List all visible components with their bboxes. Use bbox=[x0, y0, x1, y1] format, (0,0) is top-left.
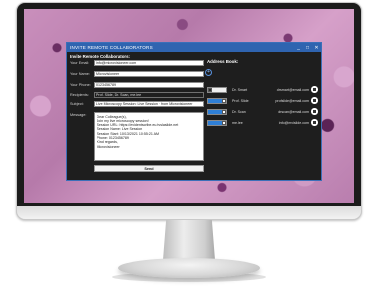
email-field[interactable]: info@microvisioneer.com bbox=[94, 60, 204, 66]
contact-email: profslide@email.com bbox=[275, 98, 309, 103]
delete-contact-icon[interactable] bbox=[311, 119, 318, 126]
contact-toggle[interactable] bbox=[207, 86, 227, 93]
contact-row: Dr. Smart drsmart@email.com bbox=[207, 86, 319, 94]
monitor-chin bbox=[16, 206, 362, 220]
dialog-title: INVITE REMOTE COLLABORATORS bbox=[70, 45, 153, 50]
contact-toggle[interactable] bbox=[207, 119, 227, 126]
add-contact-button[interactable]: + bbox=[205, 69, 212, 76]
toggle-knob bbox=[208, 87, 212, 92]
contact-name: Dr. Smart bbox=[232, 87, 248, 92]
form-heading: Invite Remote Collaborators: bbox=[70, 54, 131, 59]
phone-field[interactable]: 0123456789 bbox=[94, 82, 204, 88]
contact-email: drsmart@email.com bbox=[276, 87, 309, 92]
dialog-titlebar[interactable]: INVITE REMOTE COLLABORATORS _ □ ✕ bbox=[67, 43, 321, 52]
contact-row: me.lee info@mvislide.com bbox=[207, 119, 319, 127]
subject-label: Subject: bbox=[70, 102, 84, 106]
toggle-knob bbox=[222, 98, 226, 103]
send-button[interactable]: Send bbox=[94, 165, 204, 172]
subject-field[interactable]: Live Microscopy Session: Live Session · … bbox=[94, 101, 204, 107]
invite-dialog: INVITE REMOTE COLLABORATORS _ □ ✕ Invite… bbox=[66, 42, 322, 181]
dialog-content: Invite Remote Collaborators: Address Boo… bbox=[67, 52, 321, 182]
delete-contact-icon[interactable] bbox=[311, 108, 318, 115]
name-label: Your Name: bbox=[70, 72, 90, 76]
monitor-scene: { "window": { "title": "INVITE REMOTE CO… bbox=[0, 0, 376, 290]
maximize-button[interactable]: □ bbox=[303, 43, 312, 52]
contact-row: Prof. Slide profslide@email.com bbox=[207, 97, 319, 105]
email-label: Your Email: bbox=[70, 61, 90, 65]
delete-contact-icon[interactable] bbox=[311, 86, 318, 93]
contact-email: info@mvislide.com bbox=[278, 120, 309, 125]
minimize-button[interactable]: _ bbox=[294, 43, 303, 52]
monitor-stand-base bbox=[118, 258, 260, 278]
contact-toggle[interactable] bbox=[207, 97, 227, 104]
recipients-field[interactable]: Prof. Slide, Dr. Scan, me.lee bbox=[94, 92, 204, 98]
contact-name: Prof. Slide bbox=[232, 98, 249, 103]
address-book-heading: Address Book: bbox=[207, 59, 239, 64]
message-textarea[interactable]: Dear Colleague(s), Join my live microsco… bbox=[94, 112, 204, 161]
delete-contact-icon[interactable] bbox=[311, 97, 318, 104]
message-line: Microvisioneer bbox=[96, 144, 120, 149]
close-button[interactable]: ✕ bbox=[312, 43, 321, 52]
name-field[interactable]: Microvisioneer bbox=[94, 71, 204, 77]
contact-name: Dr. Scan bbox=[232, 109, 246, 114]
toggle-knob bbox=[222, 120, 226, 125]
contact-email: drscan@email.com bbox=[278, 109, 309, 114]
phone-label: Your Phone: bbox=[70, 83, 91, 87]
contact-toggle[interactable] bbox=[207, 108, 227, 115]
contact-name: me.lee bbox=[232, 120, 243, 125]
message-label: Message: bbox=[70, 113, 87, 117]
monitor-stand-neck bbox=[163, 220, 215, 260]
toggle-knob bbox=[222, 109, 226, 114]
recipients-label: Recipients: bbox=[70, 93, 89, 97]
contact-row: Dr. Scan drscan@email.com bbox=[207, 108, 319, 116]
